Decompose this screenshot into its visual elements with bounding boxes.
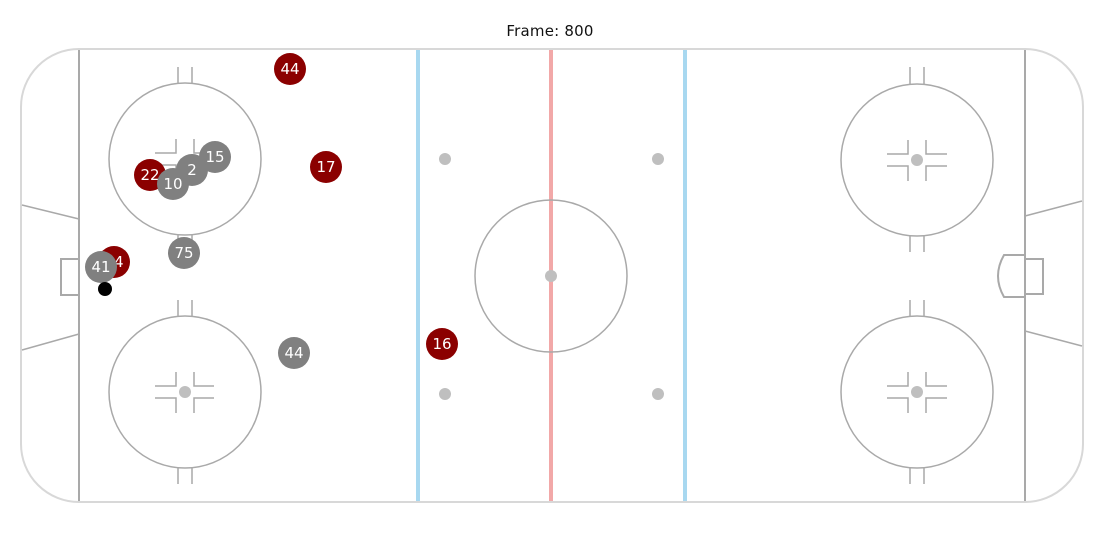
puck (98, 282, 112, 296)
player-marker-red-44: 44 (274, 53, 306, 85)
center-faceoff-dot (545, 270, 557, 282)
neutral-dot-right-bottom (652, 388, 664, 400)
player-number: 10 (163, 175, 182, 193)
player-number: 15 (205, 148, 224, 166)
player-number: 75 (174, 244, 193, 262)
player-marker-red-16: 16 (426, 328, 458, 360)
neutral-dot-left-bottom (439, 388, 451, 400)
player-marker-grey-10: 10 (157, 168, 189, 200)
player-marker-grey-41: 41 (85, 251, 117, 283)
player-number: 44 (280, 60, 299, 78)
player-marker-grey-75: 75 (168, 237, 200, 269)
player-number: 44 (284, 344, 303, 362)
hockey-rink: 441722152107524414416 (20, 48, 1084, 503)
player-number: 41 (91, 258, 110, 276)
neutral-dot-left-top (439, 153, 451, 165)
player-number: 16 (432, 335, 451, 353)
player-marker-grey-44: 44 (278, 337, 310, 369)
player-number: 22 (140, 166, 159, 184)
neutral-dot-right-top (652, 153, 664, 165)
player-marker-red-17: 17 (310, 151, 342, 183)
player-number: 17 (316, 158, 335, 176)
player-number: 2 (187, 161, 197, 179)
